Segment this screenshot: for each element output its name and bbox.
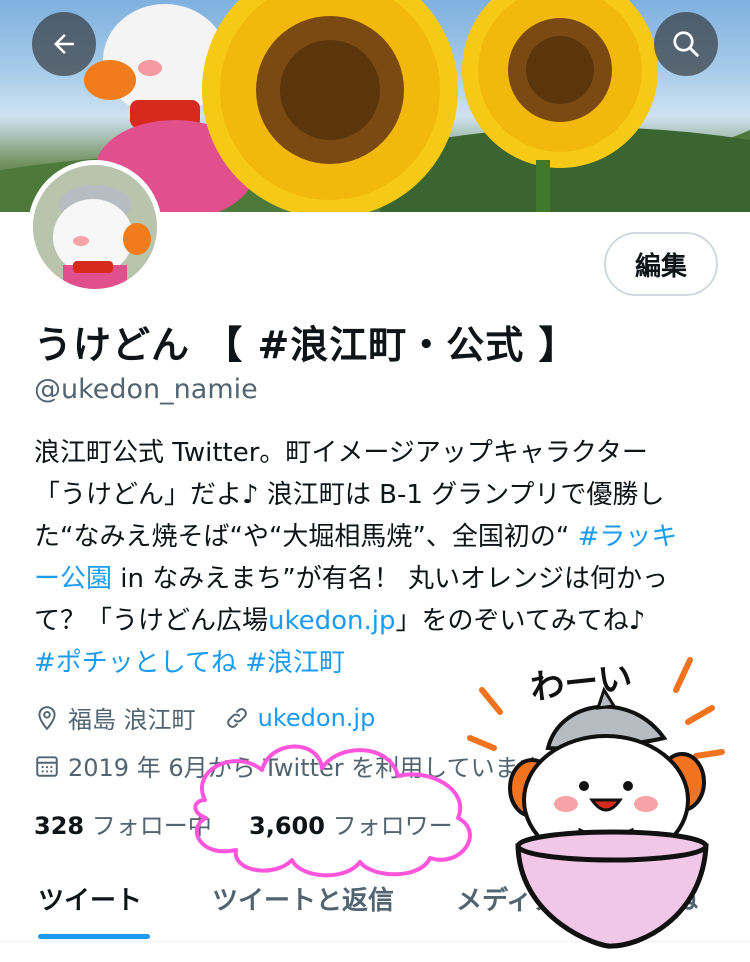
following-count: 328: [34, 812, 85, 840]
bio-text: 」をのぞいてみてね♪: [395, 606, 646, 636]
bio-line: た“なみえ焼そば“や“大堀相馬焼”、全国初の“ #ラッキ: [34, 516, 724, 558]
profile-handle: @ukedon_namie: [34, 374, 258, 405]
followers-stat[interactable]: 3,600 フォロワー: [249, 812, 453, 840]
following-label: フォロー中: [91, 812, 212, 840]
website-link[interactable]: ukedon.jp: [258, 704, 376, 732]
search-icon: [673, 31, 699, 57]
bio-text: in なみえまち”が有名！ 丸いオレンジは何かっ: [112, 564, 668, 594]
bio-text: て？「うけどん広場: [34, 606, 269, 636]
profile-tabs: ツイート ツイートと返信 メディア いいね: [0, 858, 750, 942]
profile-joined-row: 2019 年 6月から Twitter を利用しています: [34, 748, 543, 783]
tab-likes[interactable]: いいね: [620, 880, 698, 917]
followers-label: フォロワー: [332, 812, 453, 840]
location-text: 福島 浪江町: [68, 706, 196, 734]
hashtag-link[interactable]: #ポチッとしてね: [34, 648, 237, 678]
link-icon: [226, 707, 247, 728]
bio-line: 「うけどん」だよ♪ 浪江町は B-1 グランプリで優勝し: [34, 480, 665, 510]
location-pin-icon: [38, 705, 56, 730]
profile-meta-row: 福島 浪江町 ukedon.jp: [34, 700, 375, 735]
bio-line: ー公園 in なみえまち”が有名！ 丸いオレンジは何かっ: [34, 558, 724, 600]
hashtag-link[interactable]: #ラッキ: [578, 522, 678, 552]
search-button[interactable]: [654, 12, 718, 76]
avatar-image: [33, 165, 157, 289]
back-button[interactable]: [32, 12, 96, 76]
hashtag-link[interactable]: ー公園: [34, 564, 112, 594]
joined-text: 2019 年 6月から Twitter を利用しています: [68, 754, 543, 782]
arrow-left-icon: [54, 34, 74, 54]
calendar-icon: [36, 755, 58, 777]
tab-media[interactable]: メディア: [456, 880, 558, 917]
follow-stats: 328 フォロー中 3,600 フォロワー: [34, 806, 453, 841]
active-tab-indicator: [38, 934, 150, 939]
bio-website-link[interactable]: ukedon.jp: [268, 606, 396, 636]
avatar[interactable]: [28, 160, 162, 294]
sticker-text: わーい: [528, 657, 635, 709]
bio-line: 浪江町公式 Twitter。町イメージアップキャラクター: [34, 438, 648, 468]
edit-profile-button[interactable]: 編集: [604, 232, 718, 296]
profile-bio: 浪江町公式 Twitter。町イメージアップキャラクター 「うけどん」だよ♪ 浪…: [34, 432, 724, 684]
tab-tweets[interactable]: ツイート: [38, 880, 142, 917]
bio-text: た“なみえ焼そば“や“大堀相馬焼”、全国初の“: [34, 522, 578, 552]
bio-line: て？「うけどん広場ukedon.jp」をのぞいてみてね♪: [34, 600, 724, 642]
hashtag-link[interactable]: #浪江町: [245, 648, 345, 678]
tab-tweets-and-replies[interactable]: ツイートと返信: [212, 880, 394, 917]
following-stat[interactable]: 328 フォロー中: [34, 812, 212, 840]
profile-name: うけどん 【 #浪江町・公式 】: [34, 323, 578, 367]
followers-count: 3,600: [249, 812, 325, 840]
